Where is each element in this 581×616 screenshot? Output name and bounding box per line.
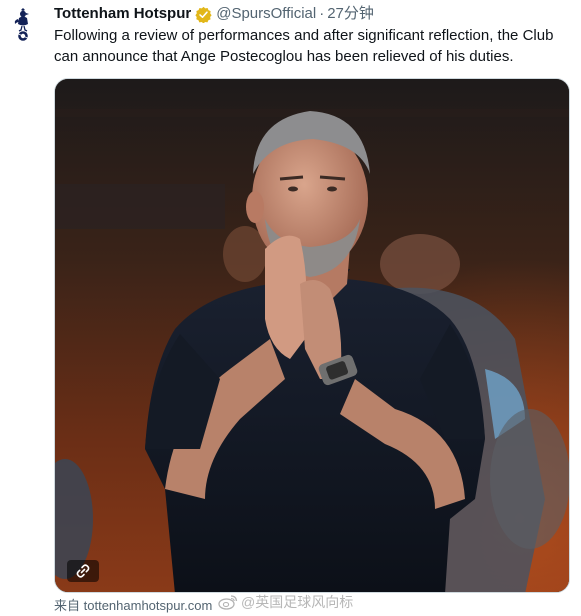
separator-dot: · [319,5,325,22]
watermark: @英国足球风向标 [218,592,353,612]
tweet: Tottenham Hotspur @SpursOfficial · 27分钟 … [0,0,581,616]
weibo-icon [218,595,238,610]
link-button[interactable] [67,560,99,582]
source-prefix: 来自 [54,598,81,613]
source-link-row: 来自 tottenhamhotspur.com [54,597,212,614]
spurs-cockerel-logo-icon [14,8,29,41]
author-handle[interactable]: @SpursOfficial [216,4,316,24]
timestamp[interactable]: 27分钟 [327,4,374,24]
verified-badge-icon[interactable] [195,6,212,23]
tweet-header: Tottenham Hotspur @SpursOfficial · 27分钟 [54,4,374,24]
tweet-text: Following a review of performances and a… [54,27,554,65]
avatar[interactable] [8,6,38,42]
source-url[interactable]: tottenhamhotspur.com [84,598,213,613]
link-icon [76,564,90,578]
author-name[interactable]: Tottenham Hotspur [54,4,191,24]
photo-scene [55,79,569,592]
watermark-text: @英国足球风向标 [241,594,354,610]
tweet-media-image[interactable] [54,78,570,593]
